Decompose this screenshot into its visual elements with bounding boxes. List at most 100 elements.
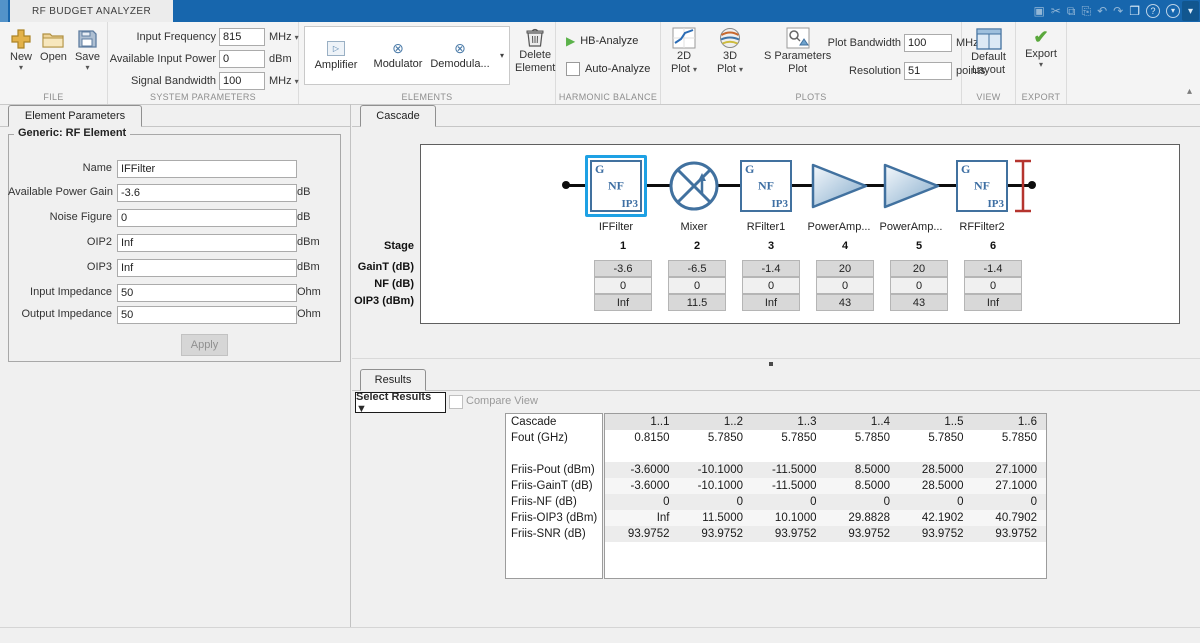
ribbon-section-file: New ▾ Open Save ▾ FILE	[0, 22, 108, 104]
undo-icon[interactable]: ↶	[1097, 0, 1107, 22]
results-corner-cell: Cascade	[506, 414, 602, 430]
2d-plot-button[interactable]: 2D Plot ▾	[671, 27, 697, 75]
demodulator-icon: ⊗	[454, 42, 466, 55]
ribbon-section-export: ✔ Export ▾ EXPORT	[1016, 22, 1067, 104]
new-icon	[10, 28, 32, 50]
2d-plot-icon	[672, 27, 696, 49]
toolbar-more-icon[interactable]: ▾	[1166, 4, 1180, 18]
output-impedance-field[interactable]	[117, 306, 297, 324]
ribbon-section-system-parameters: Input Frequency MHz ▾ Available Input Po…	[108, 22, 299, 104]
redo-icon[interactable]: ↷	[1113, 0, 1123, 22]
auto-analyze-checkbox[interactable]: Auto-Analyze	[566, 62, 650, 76]
gallery-item-demodulator[interactable]: ⊗ Demodula...	[429, 27, 491, 84]
quick-access-toolbar: ▣ ✂ ⧉ ⎘ ↶ ↷ ❐ ? ▾	[1034, 0, 1180, 22]
amplifier-triangle-icon	[810, 162, 870, 210]
signal-bandwidth-label: Signal Bandwidth	[108, 75, 216, 87]
cascade-element-poweramp2[interactable]	[882, 162, 942, 213]
gain-glyph: G	[595, 162, 604, 177]
signal-bandwidth-field[interactable]	[219, 72, 265, 90]
paste-icon[interactable]: ⎘	[1082, 0, 1092, 22]
compare-view-checkbox[interactable]	[449, 395, 463, 409]
output-impedance-label: Output Impedance	[8, 305, 112, 323]
available-power-gain-field[interactable]	[117, 184, 297, 202]
results-header-row: 1..1 1..2 1..3 1..4 1..5 1..6	[605, 414, 1046, 430]
splitter-grip[interactable]	[769, 362, 773, 366]
cascade-element-iffilter[interactable]: G NF IP3	[585, 155, 647, 217]
collapse-ribbon-icon[interactable]: ▴	[1187, 86, 1192, 97]
oip3-row-label: OIP3 (dBm)	[352, 295, 414, 307]
input-impedance-field[interactable]	[117, 284, 297, 302]
floppy-icon	[76, 28, 98, 50]
element-gallery: ▷ Amplifier ⊗ Modulator ⊗ Demodula...	[304, 26, 496, 85]
input-frequency-field[interactable]	[219, 28, 265, 46]
input-impedance-unit: Ohm	[297, 283, 321, 301]
available-power-gain-unit: dB	[297, 183, 310, 201]
input-frequency-unit[interactable]: MHz ▾	[269, 31, 299, 43]
results-data-grid[interactable]: 1..1 1..2 1..3 1..4 1..5 1..6 0.8150 5.7…	[604, 413, 1047, 579]
default-layout-button[interactable]: Default Layout	[962, 22, 1015, 76]
cascade-element-rfilter1[interactable]: G NF IP3	[740, 160, 792, 212]
oip3-label: OIP3	[8, 258, 112, 276]
apply-button[interactable]: Apply	[181, 334, 228, 356]
cascade-element-poweramp1[interactable]	[810, 162, 870, 213]
element-label-iffilter: IFFilter	[577, 221, 655, 233]
tab-cascade[interactable]: Cascade	[360, 105, 436, 127]
available-power-gain-label: Available Power Gain	[8, 183, 112, 201]
resolution-field[interactable]	[904, 62, 952, 80]
gaint-row-label: GainT (dB)	[352, 261, 414, 273]
hb-analyze-button[interactable]: ▶ HB-Analyze	[566, 34, 638, 48]
cut-icon[interactable]: ✂	[1051, 0, 1061, 22]
results-row-label: Friis-SNR (dB)	[506, 526, 602, 542]
dropdown-arrow-icon: ▾	[85, 64, 89, 71]
delete-element-button[interactable]: Delete Element	[515, 28, 555, 74]
titlebar-dropdown-icon[interactable]: ▾	[1182, 1, 1199, 21]
ribbon: New ▾ Open Save ▾ FILE	[0, 22, 1200, 105]
save-icon[interactable]: ▣	[1034, 0, 1045, 22]
name-label: Name	[8, 159, 112, 177]
element-label-poweramp1: PowerAmp...	[800, 221, 878, 233]
gallery-dropdown-button[interactable]: ▾	[495, 26, 510, 85]
3d-plot-button[interactable]: 3D Plot ▾	[717, 27, 743, 75]
dropdown-arrow-icon: ▾	[739, 65, 743, 74]
help-icon[interactable]: ?	[1146, 4, 1160, 18]
gaint-value-row: -3.6 -6.5 -1.4 20 20 -1.4	[594, 260, 1022, 277]
tab-results[interactable]: Results	[360, 369, 426, 391]
results-row-friis-gaint: -3.6000 -10.1000 -11.5000 8.5000 28.5000…	[605, 478, 1046, 494]
ribbon-section-plots: 2D Plot ▾ 3D Plot ▾ S Parameters Plot Pl…	[661, 22, 962, 104]
noise-figure-label: Noise Figure	[8, 208, 112, 226]
save-button[interactable]: Save ▾	[75, 28, 100, 71]
cascade-tabbar: Cascade	[352, 104, 1200, 127]
gallery-item-amplifier[interactable]: ▷ Amplifier	[305, 27, 367, 84]
signal-bandwidth-unit[interactable]: MHz ▾	[269, 75, 299, 87]
status-bar	[0, 627, 1200, 643]
panel-splitter-vertical[interactable]	[350, 104, 351, 627]
plot-bandwidth-field[interactable]	[904, 34, 952, 52]
cascade-element-mixer[interactable]	[668, 160, 720, 215]
oip3-field[interactable]	[117, 259, 297, 277]
input-frequency-label: Input Frequency	[108, 31, 216, 43]
gallery-item-modulator[interactable]: ⊗ Modulator	[367, 27, 429, 84]
available-input-power-field[interactable]	[219, 50, 265, 68]
panel-splitter-horizontal[interactable]	[352, 358, 1200, 359]
cascade-element-rffilter2[interactable]: G NF IP3	[956, 160, 1008, 212]
results-row-label-column: Cascade Fout (GHz) Friis-Pout (dBm) Frii…	[505, 413, 603, 579]
noise-figure-field[interactable]	[117, 209, 297, 227]
name-field[interactable]	[117, 160, 297, 178]
tab-rf-budget-analyzer[interactable]: RF BUDGET ANALYZER	[10, 0, 173, 22]
results-tabbar: Results	[352, 368, 1200, 391]
play-icon: ▶	[566, 34, 575, 48]
results-row-label: Friis-NF (dB)	[506, 494, 602, 510]
rf-budget-analyzer-window: RF BUDGET ANALYZER ▣ ✂ ⧉ ⎘ ↶ ↷ ❐ ? ▾ ▾ N…	[0, 0, 1200, 643]
oip2-unit: dBm	[297, 233, 320, 251]
open-button[interactable]: Open	[40, 28, 67, 71]
dropdown-arrow-icon: ▾	[693, 65, 697, 74]
modulator-icon: ⊗	[392, 42, 404, 55]
oip2-field[interactable]	[117, 234, 297, 252]
export-button[interactable]: ✔ Export ▾	[1016, 22, 1066, 68]
stage-number-row: 1 2 3 4 5 6	[594, 240, 1022, 252]
tab-element-parameters[interactable]: Element Parameters	[8, 105, 142, 127]
copy-icon[interactable]: ⧉	[1067, 0, 1076, 22]
window-layout-icon[interactable]: ❐	[1129, 0, 1140, 22]
select-results-button[interactable]: Select Results ▼	[355, 392, 446, 413]
new-button[interactable]: New ▾	[10, 28, 32, 71]
